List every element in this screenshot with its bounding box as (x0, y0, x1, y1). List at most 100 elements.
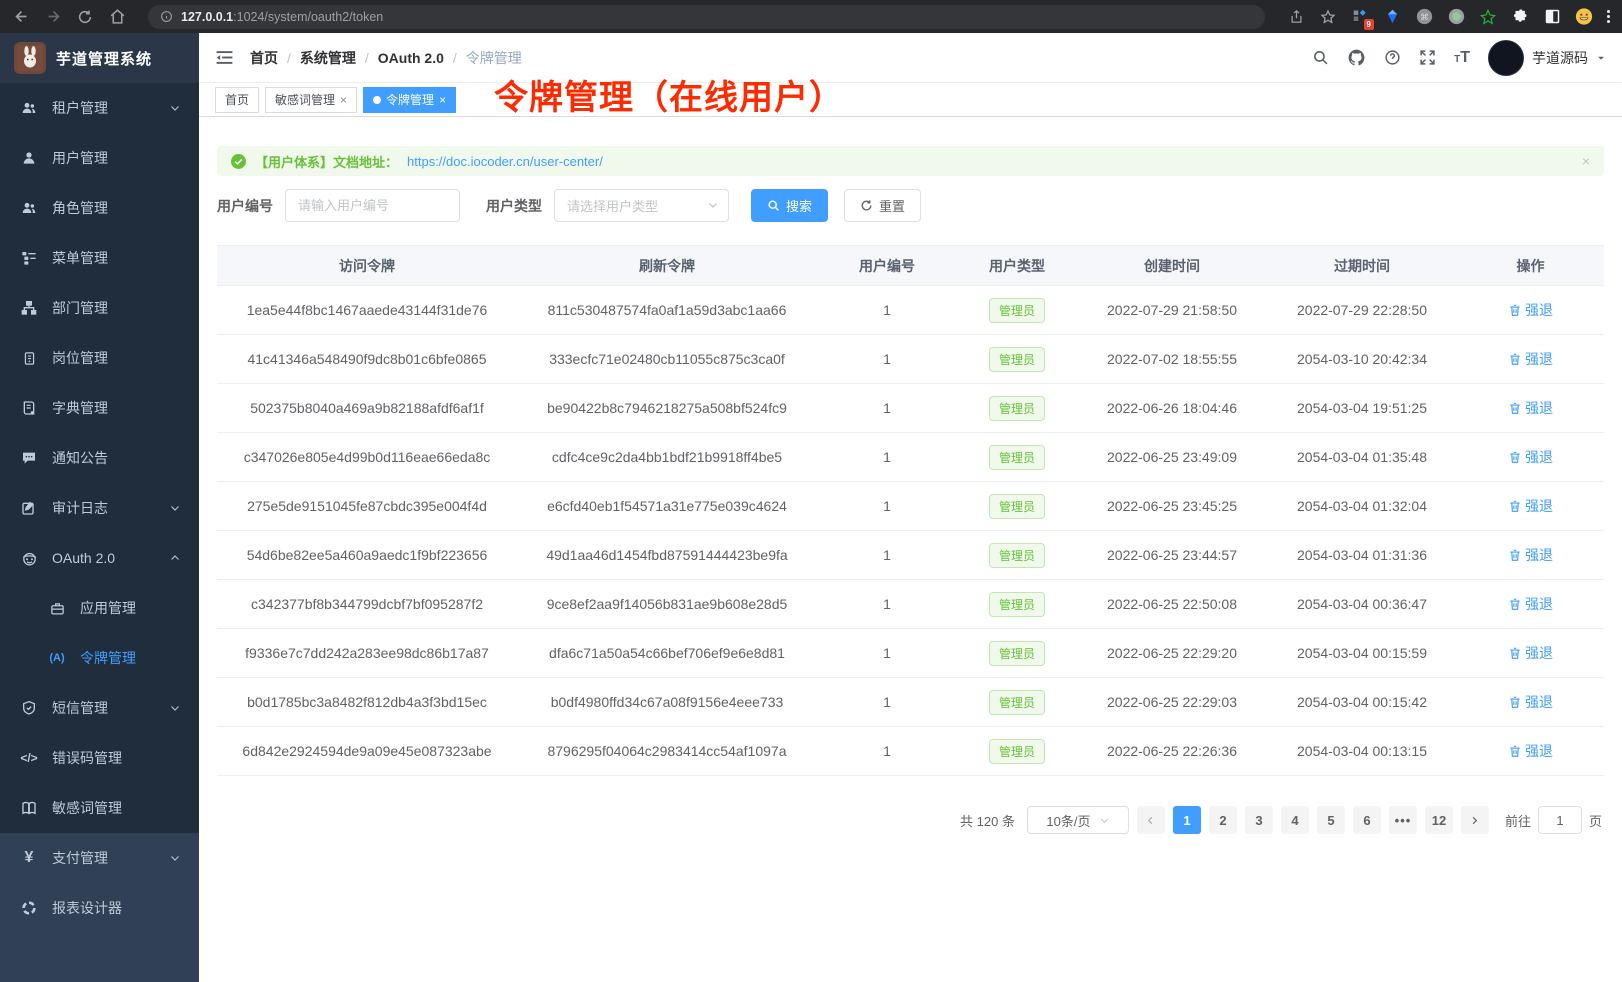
next-page-button[interactable] (1461, 806, 1489, 834)
tab-token[interactable]: 令牌管理× (363, 87, 456, 113)
info-icon[interactable] (160, 10, 173, 23)
help-icon[interactable] (1384, 49, 1401, 66)
extension-blocks-icon[interactable]: 9 (1351, 8, 1369, 26)
user-id-input[interactable] (285, 189, 460, 222)
reload-icon[interactable] (76, 8, 94, 26)
force-logout-button[interactable]: 强退 (1508, 594, 1553, 614)
sidebar-item-error-code[interactable]: </>错误码管理 (0, 733, 199, 783)
tags-view: 首页敏感词管理×令牌管理× (199, 83, 1622, 117)
sidebar-item-oauth2-token[interactable]: (A)令牌管理 (0, 633, 199, 683)
tab-close-icon[interactable]: × (340, 93, 347, 107)
user-type-badge: 管理员 (989, 739, 1045, 764)
sidebar-item-user[interactable]: 用户管理 (0, 133, 199, 183)
share-icon[interactable] (1287, 8, 1305, 26)
sidebar-item-sms[interactable]: 短信管理 (0, 683, 199, 733)
sidebar-item-report[interactable]: 报表设计器 (0, 883, 199, 933)
breadcrumb-item[interactable]: 首页 (250, 48, 278, 68)
action-cell: 强退 (1457, 692, 1604, 712)
column-header: 过期时间 (1267, 256, 1457, 276)
force-logout-button[interactable]: 强退 (1508, 545, 1553, 565)
force-logout-button[interactable]: 强退 (1508, 447, 1553, 467)
search-button[interactable]: 搜索 (751, 189, 828, 222)
address-bar[interactable]: 127.0.0.1:1024/system/oauth2/token (148, 5, 1265, 29)
user-menu[interactable]: 芋道源码 (1488, 40, 1606, 76)
filter-form: 用户编号 用户类型 请选择用户类型 搜索 重置 (217, 189, 1604, 222)
sidebar-item-label: 用户管理 (52, 148, 181, 168)
sidebar-item-menu[interactable]: 菜单管理 (0, 233, 199, 283)
extension-command-icon[interactable]: ⌘ (1415, 8, 1433, 26)
tab-home[interactable]: 首页 (215, 87, 259, 113)
force-logout-button[interactable]: 强退 (1508, 398, 1553, 418)
page-button[interactable]: 2 (1209, 806, 1237, 834)
sidebar-item-label: 审计日志 (52, 498, 169, 518)
doc-link[interactable]: https://doc.iocoder.cn/user-center/ (407, 154, 603, 169)
trash-icon (1508, 303, 1522, 317)
refresh-token-cell: dfa6c71a50a54c66bef706ef9e6e8d81 (517, 645, 817, 661)
sidebar-item-pay[interactable]: ¥支付管理 (0, 833, 199, 883)
user-type-cell: 管理员 (957, 347, 1077, 372)
bookmark-star-icon[interactable] (1319, 8, 1337, 26)
browser-menu-icon[interactable] (1607, 10, 1610, 23)
sidebar-item-dict[interactable]: 字典管理 (0, 383, 199, 433)
search-icon[interactable] (1312, 49, 1329, 66)
sidebar-item-role[interactable]: 角色管理 (0, 183, 199, 233)
sidebar-item-sensitive-word[interactable]: 敏感词管理 (0, 783, 199, 833)
sidebar-item-audit-log[interactable]: 审计日志 (0, 483, 199, 533)
prev-page-button[interactable] (1137, 806, 1165, 834)
breadcrumb-separator: / (365, 50, 369, 66)
sidebar-item-oauth2-app[interactable]: 应用管理 (0, 583, 199, 633)
page-button[interactable]: 3 (1245, 806, 1273, 834)
app-logo[interactable]: 芋道管理系统 (0, 33, 199, 83)
extension-puzzle-icon[interactable] (1511, 8, 1529, 26)
profile-avatar-icon[interactable] (1575, 8, 1593, 26)
alert-close-icon[interactable]: × (1582, 153, 1590, 169)
force-logout-button[interactable]: 强退 (1508, 643, 1553, 663)
sidebar-item-tenant[interactable]: 租户管理 (0, 83, 199, 133)
page-button[interactable]: 5 (1317, 806, 1345, 834)
font-size-icon[interactable]: TT (1454, 49, 1470, 67)
github-icon[interactable] (1347, 48, 1366, 67)
sidebar-item-post[interactable]: 岗位管理 (0, 333, 199, 383)
role-users-icon (20, 200, 38, 216)
page-button[interactable]: 12 (1425, 806, 1453, 834)
force-logout-button[interactable]: 强退 (1508, 741, 1553, 761)
page-size-select[interactable]: 10条/页 (1027, 806, 1129, 834)
extension-star-icon[interactable] (1479, 8, 1497, 26)
breadcrumb-item[interactable]: OAuth 2.0 (378, 50, 444, 66)
force-logout-button[interactable]: 强退 (1508, 349, 1553, 369)
token-table: 访问令牌刷新令牌用户编号用户类型创建时间过期时间操作 1ea5e44f8bc14… (217, 245, 1604, 776)
goto-label: 前往 (1505, 811, 1531, 830)
reset-button[interactable]: 重置 (844, 189, 921, 222)
action-cell: 强退 (1457, 741, 1604, 761)
chevron-up-icon (169, 552, 181, 564)
active-dot (373, 96, 381, 104)
expire-time-cell: 2054-03-04 01:35:48 (1267, 449, 1457, 465)
tab-close-icon[interactable]: × (439, 93, 446, 107)
sidebar-item-label: 菜单管理 (52, 248, 181, 268)
extension-record-icon[interactable] (1447, 8, 1465, 26)
sidebar-item-dept[interactable]: 部门管理 (0, 283, 199, 333)
user-id-cell: 1 (817, 743, 957, 759)
page-button[interactable]: 6 (1353, 806, 1381, 834)
home-icon[interactable] (108, 8, 126, 26)
extension-gem-icon[interactable] (1383, 8, 1401, 26)
page-button[interactable]: 1 (1173, 806, 1201, 834)
back-icon[interactable] (12, 8, 30, 26)
table-row: 54d6be82ee5a460a9aedc1f9bf22365649d1aa46… (217, 531, 1604, 580)
sidebar-panel-icon[interactable] (1543, 8, 1561, 26)
force-logout-button[interactable]: 强退 (1508, 692, 1553, 712)
user-type-cell: 管理员 (957, 739, 1077, 764)
sidebar-item-oauth2[interactable]: OAuth 2.0 (0, 533, 199, 583)
collapse-menu-icon[interactable] (215, 49, 234, 66)
user-type-select[interactable]: 请选择用户类型 (554, 189, 729, 222)
tab-sensitive-word[interactable]: 敏感词管理× (265, 87, 357, 113)
forward-icon[interactable] (44, 8, 62, 26)
sidebar-item-notice[interactable]: 通知公告 (0, 433, 199, 483)
goto-page-input[interactable] (1538, 806, 1582, 834)
fullscreen-icon[interactable] (1419, 49, 1436, 66)
force-logout-button[interactable]: 强退 (1508, 496, 1553, 516)
force-logout-button[interactable]: 强退 (1508, 300, 1553, 320)
page-button[interactable]: 4 (1281, 806, 1309, 834)
breadcrumb-item[interactable]: 系统管理 (300, 48, 356, 68)
more-pages-button[interactable]: ••• (1389, 806, 1417, 834)
